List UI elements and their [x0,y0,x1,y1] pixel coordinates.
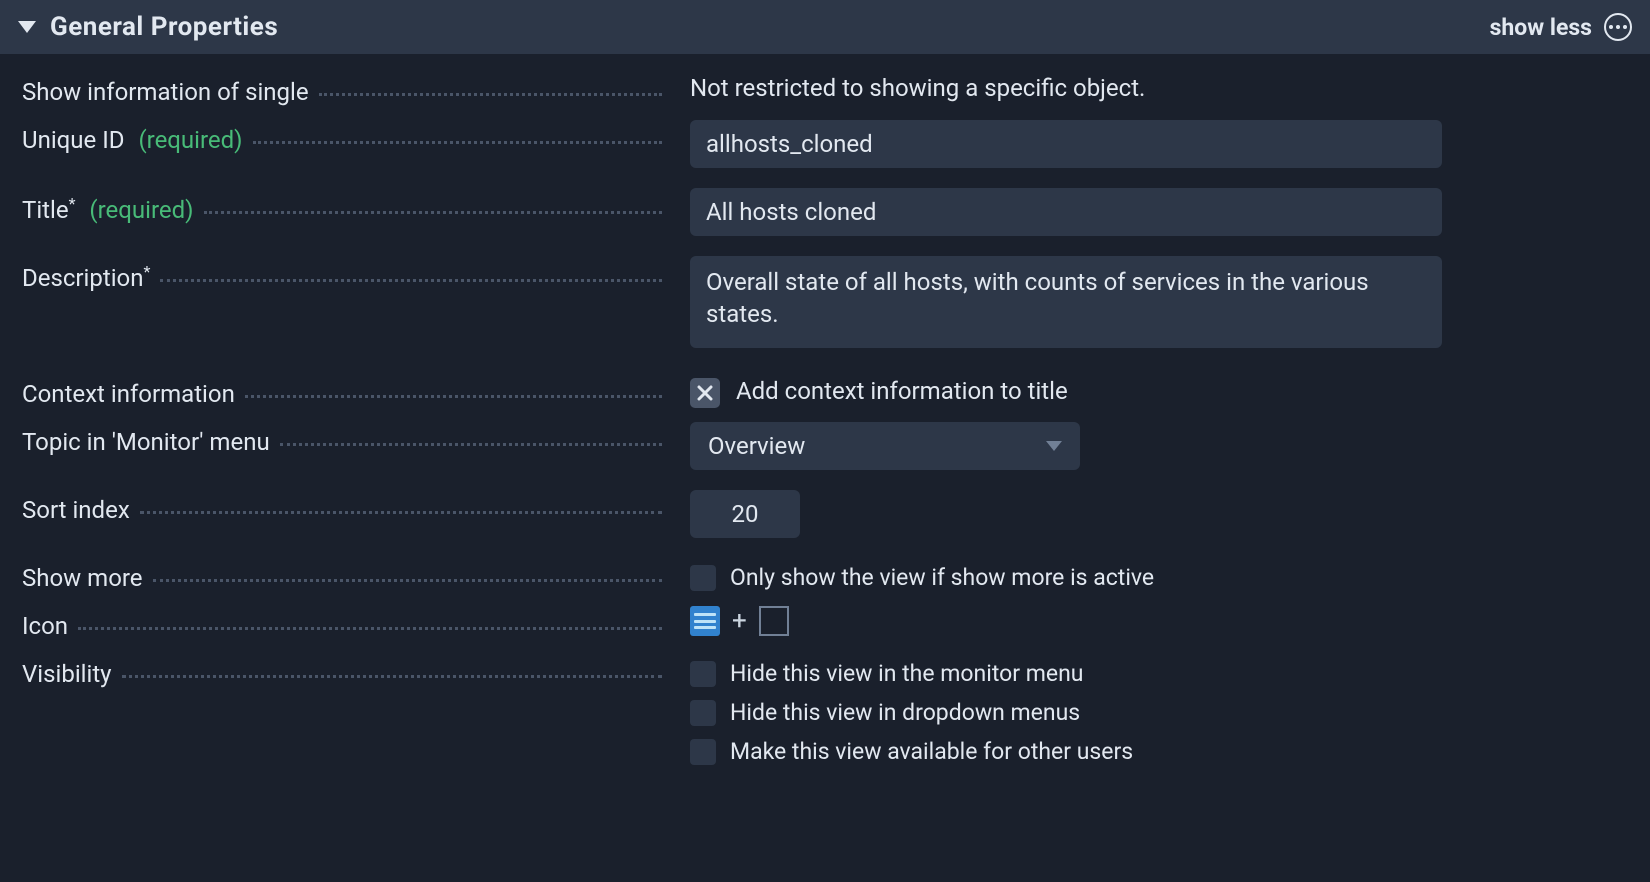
required-tag: (required) [138,126,242,154]
more-options-icon[interactable] [1604,13,1632,41]
asterisk-icon: * [144,262,151,281]
row-visibility: Visibility Hide this view in the monitor… [22,654,1628,771]
header-right: show less [1490,13,1632,41]
show-more-text: Only show the view if show more is activ… [730,564,1154,591]
description-label: Description* [22,262,150,292]
dots [204,211,662,214]
show-more-checkbox[interactable] [690,565,716,591]
dots [280,443,662,446]
sort-index-input[interactable] [690,490,800,538]
vis-available-others-text: Make this view available for other users [730,738,1133,765]
row-icon: Icon + [22,606,1628,654]
vis-available-others-checkbox[interactable] [690,739,716,765]
dots [253,141,662,144]
dots [122,675,662,678]
context-label: Context information [22,380,235,408]
unique-id-label: Unique ID (required) [22,126,243,154]
vis-hide-dropdown-checkbox[interactable] [690,700,716,726]
panel-title: General Properties [50,12,278,42]
topic-select[interactable]: Overview [690,422,1080,470]
dots [160,279,662,282]
vis-hide-monitor-row: Hide this view in the monitor menu [690,654,1442,693]
collapse-down-icon[interactable] [18,21,36,33]
vis-hide-dropdown-text: Hide this view in dropdown menus [730,699,1080,726]
show-info-value: Not restricted to showing a specific obj… [690,72,1442,102]
row-show-info: Show information of single Not restricte… [22,72,1628,120]
context-toggle-button[interactable] [690,378,720,408]
row-unique-id: Unique ID (required) [22,120,1628,168]
title-label-text: Title [22,196,69,224]
icon-label: Icon [22,612,68,640]
header-left: General Properties [18,12,278,42]
title-input[interactable] [690,188,1442,236]
icon-selector: + [690,606,1442,636]
dots [319,93,662,96]
title-label: Title* (required) [22,194,194,224]
description-label-text: Description [22,264,144,292]
description-textarea[interactable]: Overall state of all hosts, with counts … [690,256,1442,348]
row-description: Description* Overall state of all hosts,… [22,256,1628,354]
row-topic: Topic in 'Monitor' menu Overview [22,422,1628,470]
show-more-checkbox-row: Only show the view if show more is activ… [690,558,1442,597]
dots [140,511,662,514]
dots [245,395,662,398]
row-title: Title* (required) [22,188,1628,236]
vis-available-others-row: Make this view available for other users [690,732,1442,771]
context-toggle-wrap: Add context information to title [690,374,1442,406]
required-tag: (required) [89,196,193,224]
close-icon [697,385,713,401]
unique-id-input[interactable] [690,120,1442,168]
sort-index-label: Sort index [22,496,130,524]
unique-id-label-text: Unique ID [22,126,124,154]
asterisk-icon: * [69,194,76,213]
icon-empty-slot[interactable] [759,606,789,636]
row-context-info: Context information Add context informat… [22,374,1628,422]
row-sort-index: Sort index [22,490,1628,538]
context-toggle-text: Add context information to title [736,377,1068,405]
vis-hide-monitor-text: Hide this view in the monitor menu [730,660,1084,687]
show-info-label: Show information of single [22,78,309,106]
host-list-icon[interactable] [690,606,720,636]
visibility-label: Visibility [22,660,112,688]
vis-hide-monitor-checkbox[interactable] [690,661,716,687]
row-show-more: Show more Only show the view if show mor… [22,558,1628,606]
dots [153,579,662,582]
dots [78,627,662,630]
chevron-down-icon [1046,441,1062,451]
panel-body: Show information of single Not restricte… [0,54,1650,789]
show-less-link[interactable]: show less [1490,14,1592,41]
icon-plus: + [732,606,747,636]
show-more-label: Show more [22,564,143,592]
vis-hide-dropdown-row: Hide this view in dropdown menus [690,693,1442,732]
general-properties-panel: General Properties show less Show inform… [0,0,1650,789]
panel-header: General Properties show less [0,0,1650,54]
topic-select-value: Overview [708,432,805,460]
topic-label: Topic in 'Monitor' menu [22,428,270,456]
